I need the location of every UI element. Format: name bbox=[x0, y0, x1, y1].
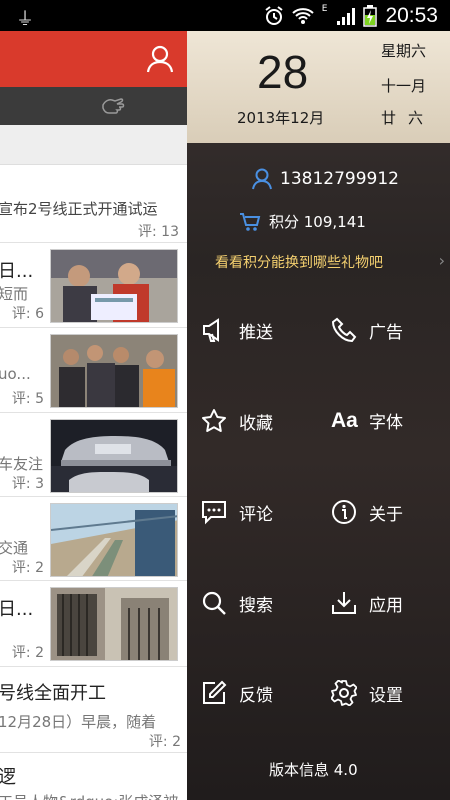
wifi-icon bbox=[292, 7, 314, 24]
news-summary: 交通 bbox=[0, 539, 29, 557]
comment-count: 评: 2 bbox=[148, 734, 181, 750]
download-icon bbox=[332, 592, 356, 614]
news-item[interactable]: 日... 评: 2 bbox=[0, 581, 187, 667]
network-type: E bbox=[321, 3, 328, 14]
news-item[interactable]: 交通 评: 2 bbox=[0, 497, 187, 581]
account-phone[interactable]: 13812799912 bbox=[252, 168, 399, 190]
status-bar: ⏚ E 20:53 bbox=[0, 0, 450, 31]
calendar-day: 28 bbox=[257, 46, 309, 98]
menu-about-label: 关于 bbox=[369, 504, 403, 525]
menu-comments-label: 评论 bbox=[239, 504, 273, 525]
navigation-drawer: 28 2013年12月 星期六 十一月 廿六 13812799912 积分 10… bbox=[187, 31, 450, 800]
user-icon bbox=[252, 168, 272, 190]
menu-favorites[interactable]: 收藏 bbox=[201, 408, 273, 434]
version-info[interactable]: 版本信息 4.0 bbox=[269, 759, 358, 780]
comment-icon bbox=[202, 501, 226, 525]
menu-settings[interactable]: 设置 bbox=[331, 680, 403, 706]
news-summary: 车友注 bbox=[0, 455, 44, 473]
menu-ads-label: 广告 bbox=[369, 322, 403, 343]
news-title: 日... bbox=[0, 261, 34, 282]
news-item[interactable]: 号线全面开工 12月28日）早晨，随着 评: 2 bbox=[0, 667, 187, 753]
menu-font[interactable]: Aa 字体 bbox=[331, 408, 403, 434]
star-icon bbox=[202, 409, 226, 432]
feed-spacer bbox=[0, 125, 187, 165]
user-icon[interactable] bbox=[147, 45, 173, 73]
comment-count: 评: 2 bbox=[11, 645, 44, 661]
menu-ads[interactable]: 广告 bbox=[331, 317, 403, 343]
gear-icon bbox=[331, 680, 357, 706]
news-thumbnail bbox=[50, 503, 178, 577]
menu-feedback-label: 反馈 bbox=[239, 685, 273, 706]
news-thumbnail bbox=[50, 334, 178, 408]
points-value: 积分 109,141 bbox=[269, 213, 366, 231]
comment-count: 评: 6 bbox=[11, 306, 44, 322]
chevron-right-icon: › bbox=[438, 251, 445, 270]
menu-favorites-label: 收藏 bbox=[239, 413, 273, 434]
lunar-month: 十一月 bbox=[381, 77, 427, 95]
calendar-weekday: 星期六 bbox=[381, 42, 427, 60]
news-list: 宣布2号线正式开通试运 评: 13 日... 短而 评: 6 uo... 评: … bbox=[0, 165, 187, 800]
news-summary: uo... bbox=[0, 365, 31, 383]
phone-icon bbox=[331, 317, 357, 343]
news-item[interactable]: 宣布2号线正式开通试运 评: 13 bbox=[0, 165, 187, 243]
points-row[interactable]: 积分 109,141 bbox=[239, 211, 366, 232]
calendar-card: 28 2013年12月 星期六 十一月 廿六 bbox=[187, 31, 450, 143]
news-summary: 短而 bbox=[0, 285, 29, 303]
feed-header bbox=[0, 31, 187, 87]
menu-about[interactable]: 关于 bbox=[331, 499, 403, 525]
menu-push[interactable]: 推送 bbox=[201, 317, 273, 343]
alarm-icon bbox=[265, 5, 283, 25]
news-item[interactable]: 日... 短而 评: 6 bbox=[0, 243, 187, 328]
search-icon bbox=[202, 591, 226, 615]
news-title: 逻 bbox=[0, 763, 16, 789]
news-thumbnail bbox=[50, 419, 178, 493]
clock: 20:53 bbox=[385, 3, 438, 27]
news-item[interactable]: 车友注 评: 3 bbox=[0, 413, 187, 497]
comment-count: 评: 2 bbox=[11, 560, 44, 576]
news-item[interactable]: uo... 评: 5 bbox=[0, 328, 187, 413]
hand-icon[interactable] bbox=[100, 95, 126, 117]
info-icon bbox=[332, 500, 356, 524]
menu-settings-label: 设置 bbox=[369, 685, 403, 706]
menu-push-label: 推送 bbox=[239, 322, 273, 343]
menu-search-label: 搜索 bbox=[239, 595, 273, 616]
usb-icon: ⏚ bbox=[16, 9, 34, 30]
news-item[interactable]: 逻 工号人物&rdquo;张成泽被 bbox=[0, 753, 187, 800]
news-feed-panel[interactable]: 宣布2号线正式开通试运 评: 13 日... 短而 评: 6 uo... 评: … bbox=[0, 31, 187, 800]
menu-feedback[interactable]: 反馈 bbox=[201, 680, 273, 706]
news-title: 宣布2号线正式开通试运 bbox=[0, 200, 158, 218]
menu-font-label: 字体 bbox=[369, 413, 403, 433]
menu-comments[interactable]: 评论 bbox=[201, 499, 273, 525]
news-thumbnail bbox=[50, 249, 178, 323]
cart-icon bbox=[240, 212, 261, 231]
gift-link[interactable]: 看看积分能换到哪些礼物吧 › bbox=[215, 251, 445, 272]
news-summary: 12月28日）早晨，随着 bbox=[0, 713, 157, 731]
news-summary: 工号人物&rdquo;张成泽被 bbox=[0, 791, 178, 800]
calendar-year-month: 2013年12月 bbox=[237, 109, 325, 127]
font-size-icon: Aa bbox=[331, 408, 358, 432]
phone-number: 13812799912 bbox=[280, 169, 399, 189]
news-thumbnail bbox=[50, 587, 178, 661]
edit-icon bbox=[203, 680, 227, 704]
battery-charging-icon bbox=[363, 4, 378, 27]
menu-apps[interactable]: 应用 bbox=[331, 590, 403, 616]
news-title: 日... bbox=[0, 599, 34, 620]
feed-toolbar bbox=[0, 87, 187, 125]
status-icons: E 20:53 bbox=[264, 2, 438, 29]
comment-count: 评: 13 bbox=[138, 224, 179, 240]
speaker-icon bbox=[203, 318, 219, 342]
lunar-day: 廿六 bbox=[381, 109, 436, 127]
menu-search[interactable]: 搜索 bbox=[201, 590, 273, 616]
comment-count: 评: 3 bbox=[11, 476, 44, 492]
comment-count: 评: 5 bbox=[11, 391, 44, 407]
menu-apps-label: 应用 bbox=[369, 595, 403, 616]
signal-icon bbox=[337, 7, 356, 25]
news-title: 号线全面开工 bbox=[0, 683, 106, 704]
gift-link-text: 看看积分能换到哪些礼物吧 bbox=[215, 255, 383, 271]
